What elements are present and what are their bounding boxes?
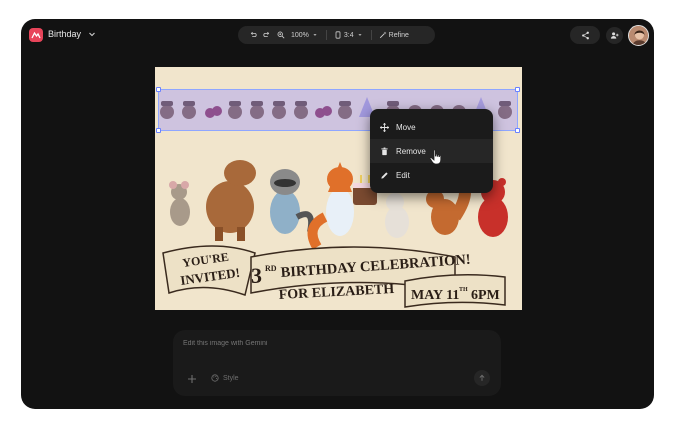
chevron-down-icon[interactable] [87, 29, 97, 39]
refine-button[interactable]: Refine [376, 28, 412, 42]
undo-button[interactable] [246, 28, 260, 42]
person-add-icon [610, 32, 619, 39]
zoom-level-dropdown[interactable]: 100% [288, 28, 322, 42]
add-collaborator-button[interactable] [606, 27, 623, 44]
redo-icon [263, 31, 270, 37]
document-title[interactable]: Birthday [48, 29, 81, 39]
resize-handle-top-right[interactable] [515, 87, 520, 92]
banner-date-suffix: TH [459, 287, 468, 293]
banner-ordinal: 3 [251, 263, 262, 288]
aspect-ratio-value: 3:4 [343, 31, 354, 39]
share-icon [581, 31, 589, 39]
arrow-up-icon [479, 374, 485, 381]
avatar[interactable] [628, 25, 649, 46]
hand-pointer-cursor-icon [429, 149, 442, 165]
menu-item-move[interactable]: Move [370, 115, 493, 139]
resize-handle-bottom-left[interactable] [156, 128, 161, 133]
app-logo-icon[interactable] [29, 28, 43, 42]
banner-time: 6PM [471, 288, 500, 303]
menu-item-label: Edit [396, 170, 410, 180]
share-button[interactable] [570, 26, 600, 44]
refine-label: Refine [388, 31, 409, 39]
portrait-frame-icon [335, 31, 341, 39]
prompt-composer: Style [173, 330, 501, 396]
redo-button[interactable] [260, 28, 274, 42]
zoom-icon [277, 31, 285, 39]
zoom-level: 100% [291, 31, 309, 39]
caret-down-icon [313, 34, 317, 36]
menu-item-edit[interactable]: Edit [370, 163, 493, 187]
send-button[interactable] [474, 370, 490, 386]
menu-item-label: Move [396, 122, 416, 132]
resize-handle-bottom-right[interactable] [515, 128, 520, 133]
toolbar-divider [370, 30, 372, 40]
magic-wand-icon [379, 31, 387, 39]
menu-item-label: Remove [396, 146, 426, 156]
undo-icon [250, 31, 257, 37]
banner-date: MAY 11 [411, 288, 459, 303]
palette-icon [211, 374, 219, 382]
style-label: Style [223, 374, 239, 382]
edit-prompt-input[interactable] [183, 340, 483, 347]
user-avatar-image [629, 26, 648, 45]
app-window: Birthday 100% 3:4 Refine YOU'RE INVITED!… [21, 19, 654, 409]
banner-ordinal-suffix: RD [265, 264, 277, 273]
pencil-icon [381, 171, 388, 179]
zoom-in-button[interactable] [274, 28, 288, 42]
aspect-ratio-dropdown[interactable]: 3:4 [331, 28, 367, 42]
plus-icon[interactable] [187, 374, 197, 384]
move-icon [380, 122, 389, 132]
caret-down-icon [358, 34, 362, 36]
style-button[interactable]: Style [211, 372, 239, 384]
toolbar-divider [325, 30, 327, 40]
trash-icon [381, 147, 388, 155]
resize-handle-top-left[interactable] [156, 87, 161, 92]
editor-toolbar: 100% 3:4 Refine [238, 26, 435, 44]
